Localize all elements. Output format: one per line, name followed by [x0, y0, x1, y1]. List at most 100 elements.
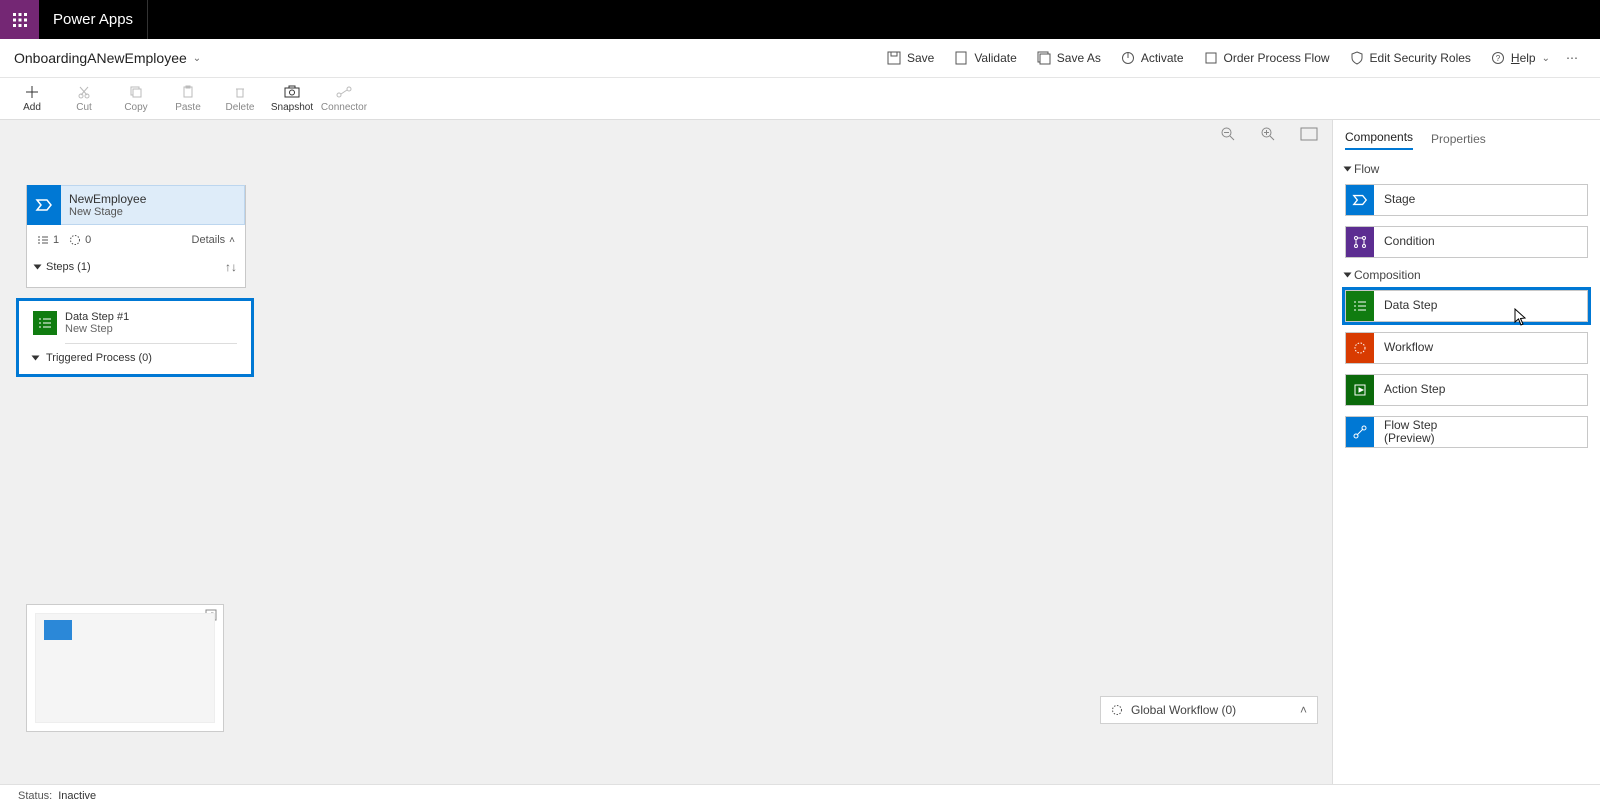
- minimap-viewport[interactable]: [35, 613, 215, 723]
- paste-label: Paste: [175, 102, 201, 113]
- stage-icon: [1346, 185, 1374, 215]
- stage-details-toggle[interactable]: Details ˄: [192, 234, 235, 246]
- panel-tabs: Components Properties: [1333, 120, 1600, 150]
- stage-workflow-count: 0: [69, 234, 91, 246]
- validate-button[interactable]: Validate: [944, 39, 1026, 77]
- save-icon: [887, 51, 901, 65]
- status-label: Status:: [18, 790, 52, 802]
- order-label: Order Process Flow: [1224, 51, 1330, 65]
- save-as-label: Save As: [1057, 51, 1101, 65]
- status-bar: Status: Inactive: [0, 784, 1600, 806]
- help-icon: ?: [1491, 51, 1505, 65]
- paste-icon: [181, 84, 195, 100]
- action-step-icon: [1346, 375, 1374, 405]
- component-flow-step[interactable]: Flow Step (Preview): [1345, 416, 1588, 448]
- connector-icon: [336, 84, 352, 100]
- step-title: Data Step #1: [65, 311, 129, 323]
- svg-text:?: ?: [1496, 54, 1501, 63]
- reorder-arrows[interactable]: ↑↓: [225, 260, 237, 274]
- group-flow-header[interactable]: Flow: [1345, 162, 1588, 176]
- tab-properties[interactable]: Properties: [1431, 132, 1486, 150]
- order-process-button[interactable]: Order Process Flow: [1194, 39, 1340, 77]
- delete-label: Delete: [226, 102, 255, 113]
- collapse-icon: [34, 265, 42, 270]
- step-subtitle: New Step: [65, 323, 129, 335]
- minimap[interactable]: [26, 604, 224, 732]
- stage-card[interactable]: NewEmployee New Stage 1 0 Details ˄ Step…: [26, 185, 246, 288]
- data-step-icon: [1346, 291, 1374, 321]
- delete-icon: [233, 84, 247, 100]
- save-as-button[interactable]: Save As: [1027, 39, 1111, 77]
- collapse-icon: [32, 356, 40, 361]
- group-composition-header[interactable]: Composition: [1345, 268, 1588, 282]
- connector-button[interactable]: Connector: [318, 78, 370, 119]
- data-step-icon: [33, 311, 57, 335]
- spinner-icon: [69, 234, 81, 246]
- delete-button[interactable]: Delete: [214, 78, 266, 119]
- add-button[interactable]: Add: [6, 78, 58, 119]
- activate-icon: [1121, 51, 1135, 65]
- more-commands-button[interactable]: ⋯: [1560, 39, 1586, 77]
- stage-icon: [27, 185, 61, 225]
- save-button[interactable]: Save: [877, 39, 944, 77]
- right-panel: Components Properties Flow Stage Conditi…: [1332, 120, 1600, 784]
- steps-label: Steps (1): [46, 261, 91, 273]
- status-value: Inactive: [58, 790, 96, 802]
- data-step-text: Data Step #1 New Step: [65, 311, 129, 335]
- help-label: Help: [1511, 51, 1536, 65]
- cut-button[interactable]: Cut: [58, 78, 110, 119]
- zoom-in-button[interactable]: [1260, 126, 1276, 142]
- command-bar: OnboardingANewEmployee ⌄ Save Validate S…: [0, 39, 1600, 78]
- component-condition-label: Condition: [1374, 235, 1435, 248]
- activate-button[interactable]: Activate: [1111, 39, 1194, 77]
- stage-subtitle: New Stage: [69, 206, 244, 218]
- component-action-step[interactable]: Action Step: [1345, 374, 1588, 406]
- chevron-up-icon: ˄: [1300, 703, 1307, 717]
- list-icon: [37, 235, 49, 245]
- add-label: Add: [23, 102, 41, 113]
- tab-components[interactable]: Components: [1345, 130, 1413, 150]
- global-workflow-bar[interactable]: Global Workflow (0) ˄: [1100, 696, 1318, 724]
- condition-icon: [1346, 227, 1374, 257]
- save-as-icon: [1037, 51, 1051, 65]
- validate-label: Validate: [974, 51, 1016, 65]
- zoom-out-button[interactable]: [1220, 126, 1236, 142]
- workflow-icon: [1346, 333, 1374, 363]
- copy-button[interactable]: Copy: [110, 78, 162, 119]
- paste-button[interactable]: Paste: [162, 78, 214, 119]
- flow-step-icon: [1346, 417, 1374, 447]
- help-button[interactable]: ? Help ⌄: [1481, 39, 1560, 77]
- steps-header-row[interactable]: Steps (1) ↑↓: [35, 255, 237, 279]
- global-workflow-label: Global Workflow (0): [1131, 703, 1236, 717]
- activate-label: Activate: [1141, 51, 1184, 65]
- data-step-row[interactable]: Data Step #1 New Step: [33, 307, 237, 339]
- cut-icon: [77, 84, 91, 100]
- stage-info-row: 1 0 Details ˄: [27, 225, 245, 255]
- edit-toolbar: Add Cut Copy Paste Delete Snapshot Conne…: [0, 78, 1600, 120]
- fit-screen-button[interactable]: [1300, 127, 1318, 141]
- stage-steps-count: 1: [37, 234, 59, 246]
- stage-header[interactable]: NewEmployee New Stage: [27, 185, 245, 225]
- selected-step-card[interactable]: Data Step #1 New Step Triggered Process …: [16, 298, 254, 377]
- snapshot-button[interactable]: Snapshot: [266, 78, 318, 119]
- spinner-icon: [1111, 704, 1123, 716]
- component-stage[interactable]: Stage: [1345, 184, 1588, 216]
- canvas-area[interactable]: NewEmployee New Stage 1 0 Details ˄ Step…: [0, 120, 1332, 784]
- copy-icon: [129, 84, 143, 100]
- cut-label: Cut: [76, 102, 92, 113]
- minimap-stage-icon: [44, 620, 72, 640]
- component-condition[interactable]: Condition: [1345, 226, 1588, 258]
- collapse-icon: [1344, 167, 1352, 172]
- snapshot-icon: [284, 84, 300, 100]
- flow-name-dropdown[interactable]: OnboardingANewEmployee ⌄: [14, 50, 201, 66]
- top-bar: Power Apps: [0, 0, 1600, 39]
- component-workflow[interactable]: Workflow: [1345, 332, 1588, 364]
- triggered-process-row[interactable]: Triggered Process (0): [33, 348, 237, 368]
- app-launcher-button[interactable]: [0, 0, 39, 39]
- edit-security-button[interactable]: Edit Security Roles: [1340, 39, 1481, 77]
- component-data-step[interactable]: Data Step: [1345, 290, 1588, 322]
- component-flow-step-label: Flow Step (Preview): [1374, 419, 1437, 445]
- order-icon: [1204, 51, 1218, 65]
- validate-icon: [954, 51, 968, 65]
- collapse-icon: [1344, 273, 1352, 278]
